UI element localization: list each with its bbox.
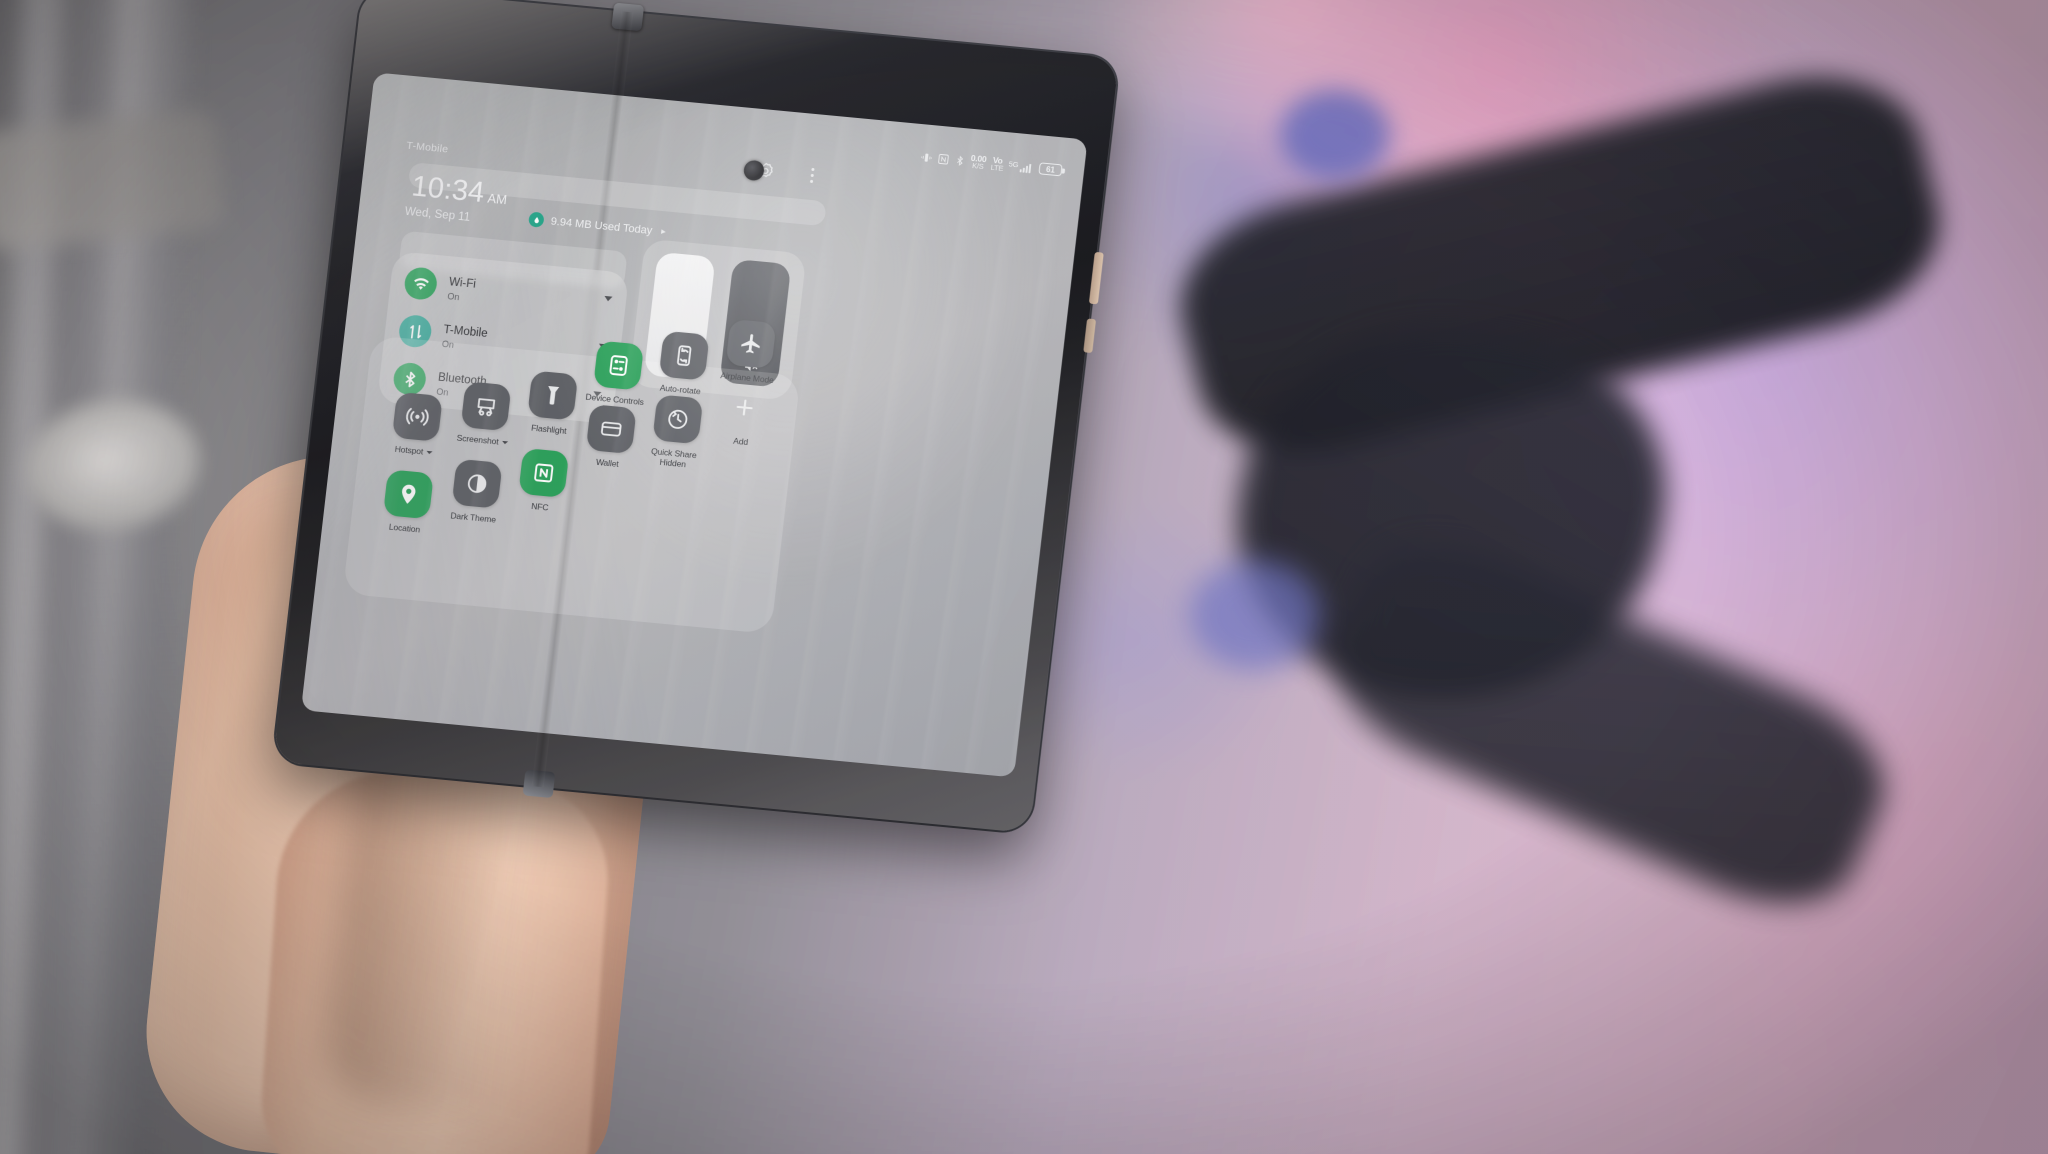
status-bar: 0.00 K/S Vo LTE 5G 61	[920, 148, 1063, 179]
quick-share-icon	[652, 394, 704, 445]
volte-indicator: Vo LTE	[990, 154, 1004, 173]
hinge-bottom	[522, 769, 556, 799]
kebab-dot	[810, 168, 815, 172]
tile-location[interactable]: Location	[368, 468, 447, 537]
data-usage-chip[interactable]: 9.94 MB Used Today ▸	[527, 211, 667, 240]
screenshot-dropdown-icon[interactable]	[501, 441, 508, 445]
tile-label-nfc: NFC	[530, 500, 549, 513]
nfc-icon	[518, 447, 570, 498]
dark-theme-icon	[451, 458, 503, 509]
hotspot-icon	[391, 391, 443, 442]
screenshot-icon	[460, 381, 512, 432]
location-pin-icon	[382, 469, 434, 520]
graffiti-blue-dot-1	[1280, 90, 1390, 180]
kebab-menu-icon[interactable]	[803, 165, 821, 185]
signal-bars-icon	[1019, 163, 1032, 173]
water-drop-icon	[527, 211, 545, 228]
kebab-dot	[809, 179, 813, 183]
carrier-label: T-Mobile	[405, 139, 449, 156]
wallet-icon	[585, 404, 637, 455]
conn-label-mobile-data: T-Mobile	[442, 323, 489, 340]
tile-add[interactable]: Add	[704, 381, 783, 450]
tile-dark-theme[interactable]: Dark Theme	[437, 457, 516, 526]
photo-scene: 0.00 K/S Vo LTE 5G 61 T-Mobile 10:34AM W…	[0, 0, 2048, 1154]
flashlight-icon	[527, 370, 579, 421]
tile-label-location: Location	[388, 521, 421, 535]
vibrate-icon	[921, 153, 932, 162]
tile-hotspot[interactable]: Hotspot	[377, 391, 456, 460]
background-pavement-crack	[0, 107, 226, 253]
tile-screenshot[interactable]: Screenshot	[446, 380, 525, 449]
inner-display: 0.00 K/S Vo LTE 5G 61 T-Mobile 10:34AM W…	[300, 72, 1088, 778]
tile-quick-share[interactable]: Quick Share Hidden	[636, 393, 716, 472]
data-usage-chevron: ▸	[660, 226, 667, 237]
conn-label-wifi: Wi-Fi	[448, 275, 477, 291]
tile-label-hotspot: Hotspot	[377, 442, 450, 459]
network-type: 5G	[1008, 158, 1019, 169]
wifi-icon	[402, 266, 439, 301]
tile-nfc[interactable]: NFC	[503, 447, 582, 516]
tile-airplane-mode[interactable]: Airplane Mode	[711, 318, 790, 387]
battery-indicator: 61	[1038, 162, 1063, 177]
tile-label-dark-theme: Dark Theme	[449, 510, 497, 525]
data-usage-text: 9.94 MB Used Today	[550, 215, 653, 237]
battery-level-text: 61	[1045, 164, 1056, 175]
signal-strength: 5G	[1008, 158, 1035, 173]
kebab-dot	[810, 173, 814, 178]
data-rate: 0.00 K/S	[970, 152, 988, 172]
nfc-icon	[938, 154, 949, 165]
airplane-icon	[725, 318, 777, 369]
hotspot-dropdown-icon[interactable]	[425, 451, 433, 455]
plus-icon	[719, 383, 770, 433]
tile-label-quick-share: Quick Share Hidden	[650, 445, 698, 470]
foldable-phone: 0.00 K/S Vo LTE 5G 61 T-Mobile 10:34AM W…	[272, 0, 1120, 834]
tile-label-screenshot: Screenshot	[446, 432, 519, 449]
hinge-top	[611, 2, 645, 32]
device-controls-icon	[593, 340, 645, 391]
conn-state-wifi: On	[446, 290, 461, 302]
tile-label-add: Add	[732, 435, 749, 448]
conn-chevron-wifi[interactable]	[603, 295, 613, 302]
bluetooth-icon	[957, 155, 964, 166]
quick-tiles-card: Device Controls Home Auto-rotate	[342, 318, 801, 634]
conn-row-wifi[interactable]: Wi-Fi On	[402, 266, 477, 304]
auto-rotate-icon	[658, 330, 710, 381]
clock-date: Wed, Sep 11	[404, 205, 471, 224]
graffiti-blue-dot-2	[1190, 560, 1320, 670]
conn-text-wifi: Wi-Fi On	[447, 272, 477, 303]
quick-settings-panel: 0.00 K/S Vo LTE 5G 61 T-Mobile 10:34AM W…	[301, 72, 1088, 777]
